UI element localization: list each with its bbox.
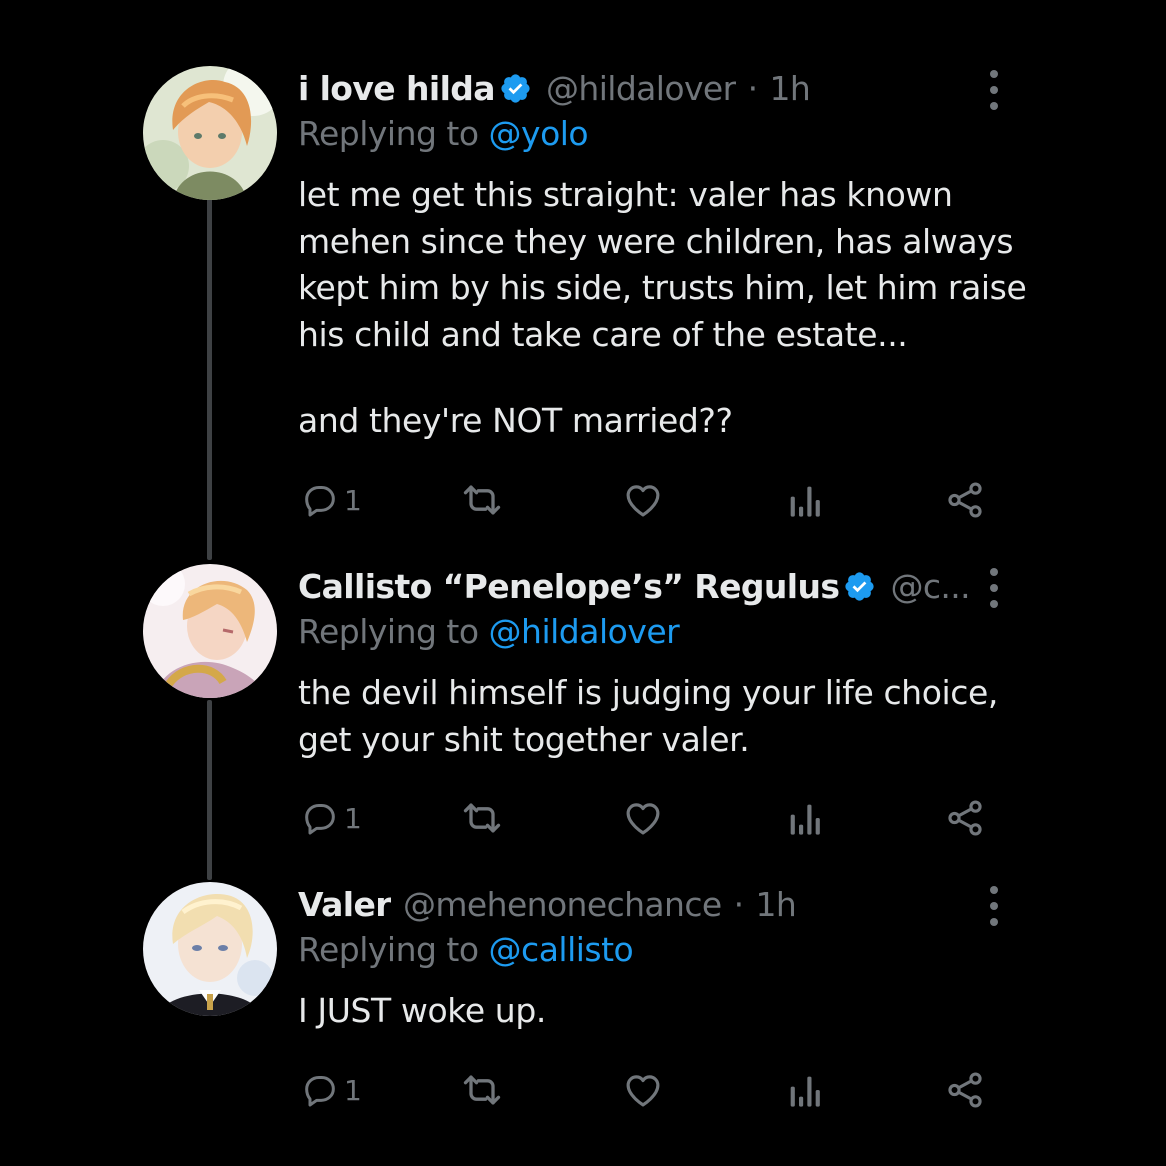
mention-link[interactable]: @hildalover bbox=[489, 612, 680, 651]
retweet-icon bbox=[463, 1075, 501, 1105]
heart-icon bbox=[626, 803, 660, 835]
tweet-header: i love hilda @hildalover · 1h bbox=[298, 66, 978, 110]
tweet-text-line: kept him by his side, trusts him, let hi… bbox=[298, 268, 1027, 307]
share-button[interactable] bbox=[944, 796, 986, 840]
share-icon bbox=[948, 1072, 982, 1108]
avatar[interactable] bbox=[143, 564, 277, 698]
handle[interactable]: @c... bbox=[890, 567, 970, 606]
share-icon bbox=[948, 800, 982, 836]
reply-icon bbox=[305, 1076, 335, 1107]
tweet-text-line: let me get this straight: valer has know… bbox=[298, 175, 953, 214]
reply-button[interactable]: 1 bbox=[300, 478, 362, 522]
views-button[interactable] bbox=[786, 478, 822, 522]
action-bar: 1 bbox=[0, 796, 1166, 840]
replying-to: Replying to @yolo bbox=[298, 114, 589, 153]
mention-link[interactable]: @callisto bbox=[489, 930, 634, 969]
timestamp[interactable]: 1h bbox=[756, 885, 797, 924]
tweet-text-line: get your shit together valer. bbox=[298, 719, 750, 759]
action-bar: 1 bbox=[0, 1068, 1166, 1112]
analytics-icon bbox=[790, 1076, 820, 1107]
views-button[interactable] bbox=[786, 1068, 822, 1112]
tweet[interactable]: Callisto “Penelope’s” Regulus @c... Repl… bbox=[0, 564, 1166, 854]
tweet-header: Valer @mehenonechance · 1h bbox=[298, 882, 978, 926]
like-button[interactable] bbox=[622, 1068, 664, 1112]
tweet-text-line: his child and take care of the estate... bbox=[298, 314, 908, 354]
more-vertical-icon[interactable] bbox=[983, 886, 1005, 926]
avatar[interactable] bbox=[143, 882, 277, 1016]
retweet-icon bbox=[463, 485, 501, 515]
display-name[interactable]: Valer bbox=[298, 885, 391, 924]
retweet-button[interactable] bbox=[460, 1068, 504, 1112]
verified-badge-icon bbox=[845, 571, 875, 601]
handle[interactable]: @hildalover bbox=[546, 69, 736, 108]
reply-count: 1 bbox=[344, 1073, 362, 1107]
tweet[interactable]: Valer @mehenonechance · 1h Replying to @… bbox=[0, 882, 1166, 1132]
separator-dot: · bbox=[733, 884, 744, 924]
action-bar: 1 bbox=[0, 478, 1166, 522]
reply-icon bbox=[305, 804, 335, 835]
replying-prefix: Replying to bbox=[298, 612, 489, 651]
tweet[interactable]: i love hilda @hildalover · 1h Replying t… bbox=[0, 66, 1166, 536]
handle[interactable]: @mehenonechance bbox=[403, 885, 722, 924]
tweet-text: the devil himself is judging your life c… bbox=[298, 670, 1028, 763]
tweet-text-line: and they're NOT married?? bbox=[298, 401, 733, 440]
share-button[interactable] bbox=[944, 478, 986, 522]
like-button[interactable] bbox=[622, 796, 664, 840]
views-button[interactable] bbox=[786, 796, 822, 840]
more-vertical-icon[interactable] bbox=[983, 70, 1005, 110]
replying-prefix: Replying to bbox=[298, 114, 489, 153]
heart-icon bbox=[626, 1075, 660, 1107]
heart-icon bbox=[626, 485, 660, 517]
timestamp[interactable]: 1h bbox=[769, 69, 810, 108]
replying-to: Replying to @hildalover bbox=[298, 612, 680, 651]
tweet-text-line: mehen since they were children, has alwa… bbox=[298, 221, 1014, 261]
retweet-button[interactable] bbox=[460, 796, 504, 840]
reply-button[interactable]: 1 bbox=[300, 1068, 362, 1112]
display-name[interactable]: Callisto “Penelope’s” Regulus bbox=[298, 567, 839, 606]
tweet-text: I JUST woke up. bbox=[298, 988, 1028, 1035]
verified-badge-icon bbox=[501, 73, 530, 103]
tweet-text: let me get this straight: valer has know… bbox=[298, 172, 1028, 445]
mention-link[interactable]: @yolo bbox=[489, 114, 589, 153]
analytics-icon bbox=[790, 486, 820, 517]
separator-dot: · bbox=[747, 68, 758, 108]
tweet-header: Callisto “Penelope’s” Regulus @c... bbox=[298, 564, 978, 608]
reply-button[interactable]: 1 bbox=[300, 796, 362, 840]
reply-count: 1 bbox=[344, 801, 362, 835]
replying-prefix: Replying to bbox=[298, 930, 489, 969]
analytics-icon bbox=[790, 804, 820, 835]
retweet-icon bbox=[463, 803, 501, 833]
avatar[interactable] bbox=[143, 66, 277, 200]
reply-icon bbox=[305, 486, 335, 517]
display-name[interactable]: i love hilda bbox=[298, 69, 495, 108]
like-button[interactable] bbox=[622, 478, 664, 522]
share-icon bbox=[948, 482, 982, 518]
reply-count: 1 bbox=[344, 483, 362, 517]
more-vertical-icon[interactable] bbox=[983, 568, 1005, 608]
share-button[interactable] bbox=[944, 1068, 986, 1112]
tweet-text-line: the devil himself is judging your life c… bbox=[298, 673, 998, 712]
replying-to: Replying to @callisto bbox=[298, 930, 634, 969]
tweet-text-line: I JUST woke up. bbox=[298, 991, 546, 1030]
retweet-button[interactable] bbox=[460, 478, 504, 522]
